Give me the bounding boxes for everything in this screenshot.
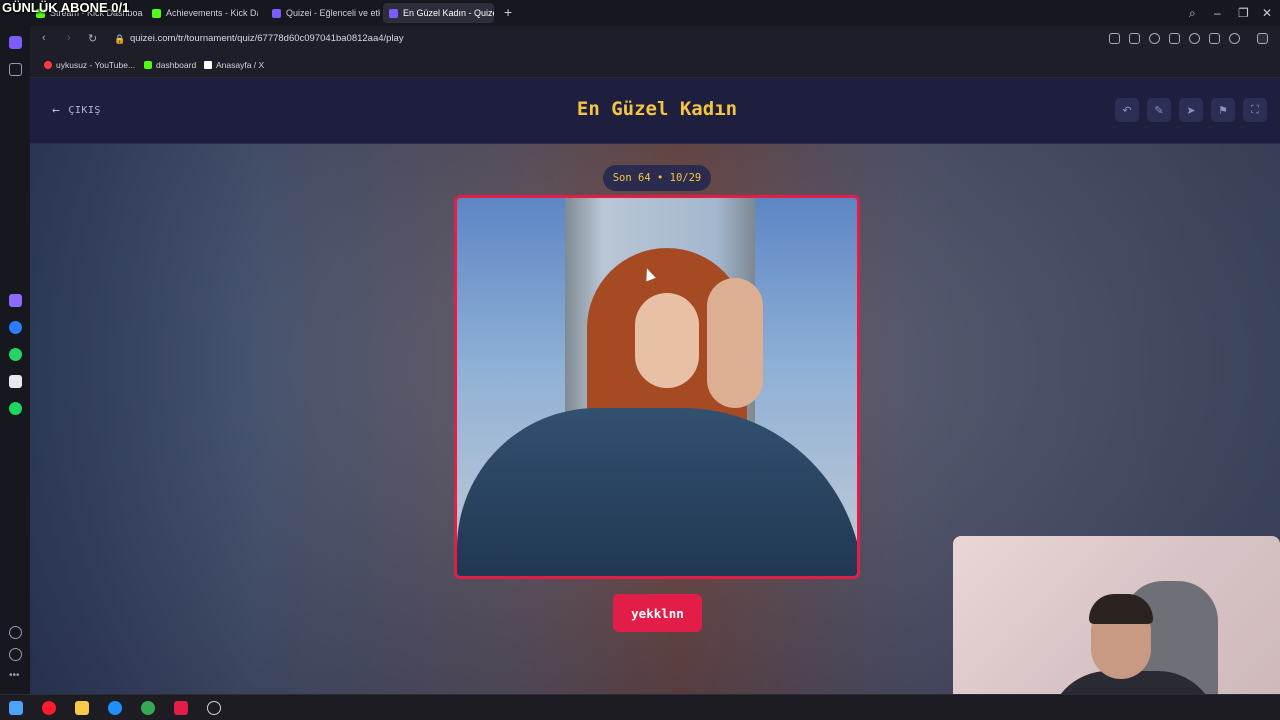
star-icon[interactable] bbox=[9, 63, 22, 76]
stream-overlay-sub-goal: GÜNLÜK ABONE 0/1 bbox=[2, 0, 130, 15]
candidate-name-button[interactable]: yekklnn bbox=[613, 594, 702, 632]
extensions-icon[interactable] bbox=[1257, 33, 1268, 44]
bookmark-label: uykusuz - YouTube... bbox=[56, 60, 136, 70]
streamer-hair bbox=[1089, 594, 1153, 624]
new-tab-button[interactable]: + bbox=[504, 4, 512, 20]
tab-label: Quizei - Eğlenceli ve etkile bbox=[286, 8, 380, 18]
minimize-button[interactable]: – bbox=[1214, 6, 1221, 20]
tab-kick-achievements[interactable]: Achievements - Kick Dash bbox=[146, 3, 258, 23]
restore-button[interactable]: ❐ bbox=[1238, 6, 1249, 20]
windows-start-icon[interactable] bbox=[9, 701, 23, 715]
spotify-icon[interactable] bbox=[9, 402, 22, 415]
round-indicator: Son 64 • 10/29 bbox=[603, 165, 711, 191]
bookmark-x[interactable]: Anasayfa / X bbox=[204, 60, 264, 70]
menu-icon[interactable] bbox=[1209, 33, 1220, 44]
youtube-icon bbox=[44, 61, 52, 69]
x-icon[interactable] bbox=[9, 375, 22, 388]
search-icon[interactable]: ⌕ bbox=[1189, 6, 1196, 21]
home-icon[interactable] bbox=[9, 36, 22, 49]
edit-icon[interactable]: ✎ bbox=[1147, 98, 1171, 122]
bookmark-label: Anasayfa / X bbox=[216, 60, 265, 70]
photo-face bbox=[635, 293, 699, 388]
flag-icon[interactable]: ⚑ bbox=[1211, 98, 1235, 122]
x-icon bbox=[204, 61, 212, 69]
messenger-icon[interactable] bbox=[9, 321, 22, 334]
kick-icon bbox=[144, 61, 152, 69]
kick-icon bbox=[152, 8, 161, 18]
bookmark-youtube[interactable]: uykusuz - YouTube... bbox=[44, 60, 135, 70]
opera-icon[interactable] bbox=[42, 701, 56, 715]
address-bar-row: ‹ › ↻ 🔒 quizei.com/tr/tournament/quiz/67… bbox=[30, 26, 1280, 54]
lock-icon: 🔒 bbox=[114, 34, 126, 44]
undo-icon[interactable]: ↶ bbox=[1115, 98, 1139, 122]
bookmark-label: dashboard bbox=[156, 60, 197, 70]
aria-icon[interactable] bbox=[9, 294, 22, 307]
quizei-icon bbox=[272, 8, 281, 18]
quizei-icon bbox=[389, 8, 398, 18]
chrome-icon[interactable] bbox=[141, 701, 155, 715]
tab-quizei-home[interactable]: Quizei - Eğlenceli ve etkile bbox=[266, 3, 380, 23]
back-icon[interactable]: ‹ bbox=[42, 32, 46, 44]
reload-icon[interactable]: ↻ bbox=[88, 32, 97, 45]
photo-arm bbox=[707, 278, 763, 408]
whatsapp-icon[interactable] bbox=[9, 348, 22, 361]
obs-icon[interactable] bbox=[207, 701, 221, 715]
forward-icon[interactable]: › bbox=[67, 32, 71, 44]
fullscreen-icon[interactable]: ⛶ bbox=[1243, 98, 1267, 122]
play-icon[interactable] bbox=[1169, 33, 1180, 44]
app-icon[interactable] bbox=[108, 701, 122, 715]
app-icon[interactable] bbox=[174, 701, 188, 715]
bookmark-dashboard[interactable]: dashboard bbox=[144, 60, 196, 70]
profile-icon[interactable] bbox=[1229, 33, 1240, 44]
bookmarks-bar: uykusuz - YouTube... dashboard Anasayfa … bbox=[30, 54, 1280, 78]
edit-icon[interactable] bbox=[1109, 33, 1120, 44]
candidate-photo[interactable] bbox=[454, 195, 860, 579]
tab-label: Achievements - Kick Dash bbox=[166, 8, 258, 18]
file-explorer-icon[interactable] bbox=[75, 701, 89, 715]
heart-icon[interactable] bbox=[9, 626, 22, 639]
url-input[interactable]: quizei.com/tr/tournament/quiz/67778d60c0… bbox=[130, 33, 404, 44]
more-icon[interactable]: ••• bbox=[9, 670, 22, 683]
heart-icon[interactable] bbox=[1189, 33, 1200, 44]
history-icon[interactable] bbox=[9, 648, 22, 661]
share-icon[interactable]: ➤ bbox=[1179, 98, 1203, 122]
close-button[interactable]: ✕ bbox=[1262, 6, 1272, 20]
tab-label: En Güzel Kadın - Quizei bbox=[403, 8, 494, 18]
webcam-overlay bbox=[953, 536, 1280, 720]
page-title: En Güzel Kadın bbox=[576, 98, 738, 120]
browser-sidebar: ••• bbox=[0, 26, 30, 694]
windows-taskbar bbox=[0, 694, 1280, 720]
camera-icon[interactable] bbox=[1129, 33, 1140, 44]
shield-icon[interactable] bbox=[1149, 33, 1160, 44]
tab-quizei-quiz[interactable]: En Güzel Kadın - Quizei bbox=[383, 3, 494, 23]
browser-tab-bar: Stream - Kick Dashboard Achievements - K… bbox=[0, 0, 1280, 26]
quiz-header: ← ÇIKIŞ En Güzel Kadın ↶ ✎ ➤ ⚑ ⛶ bbox=[30, 78, 1280, 144]
